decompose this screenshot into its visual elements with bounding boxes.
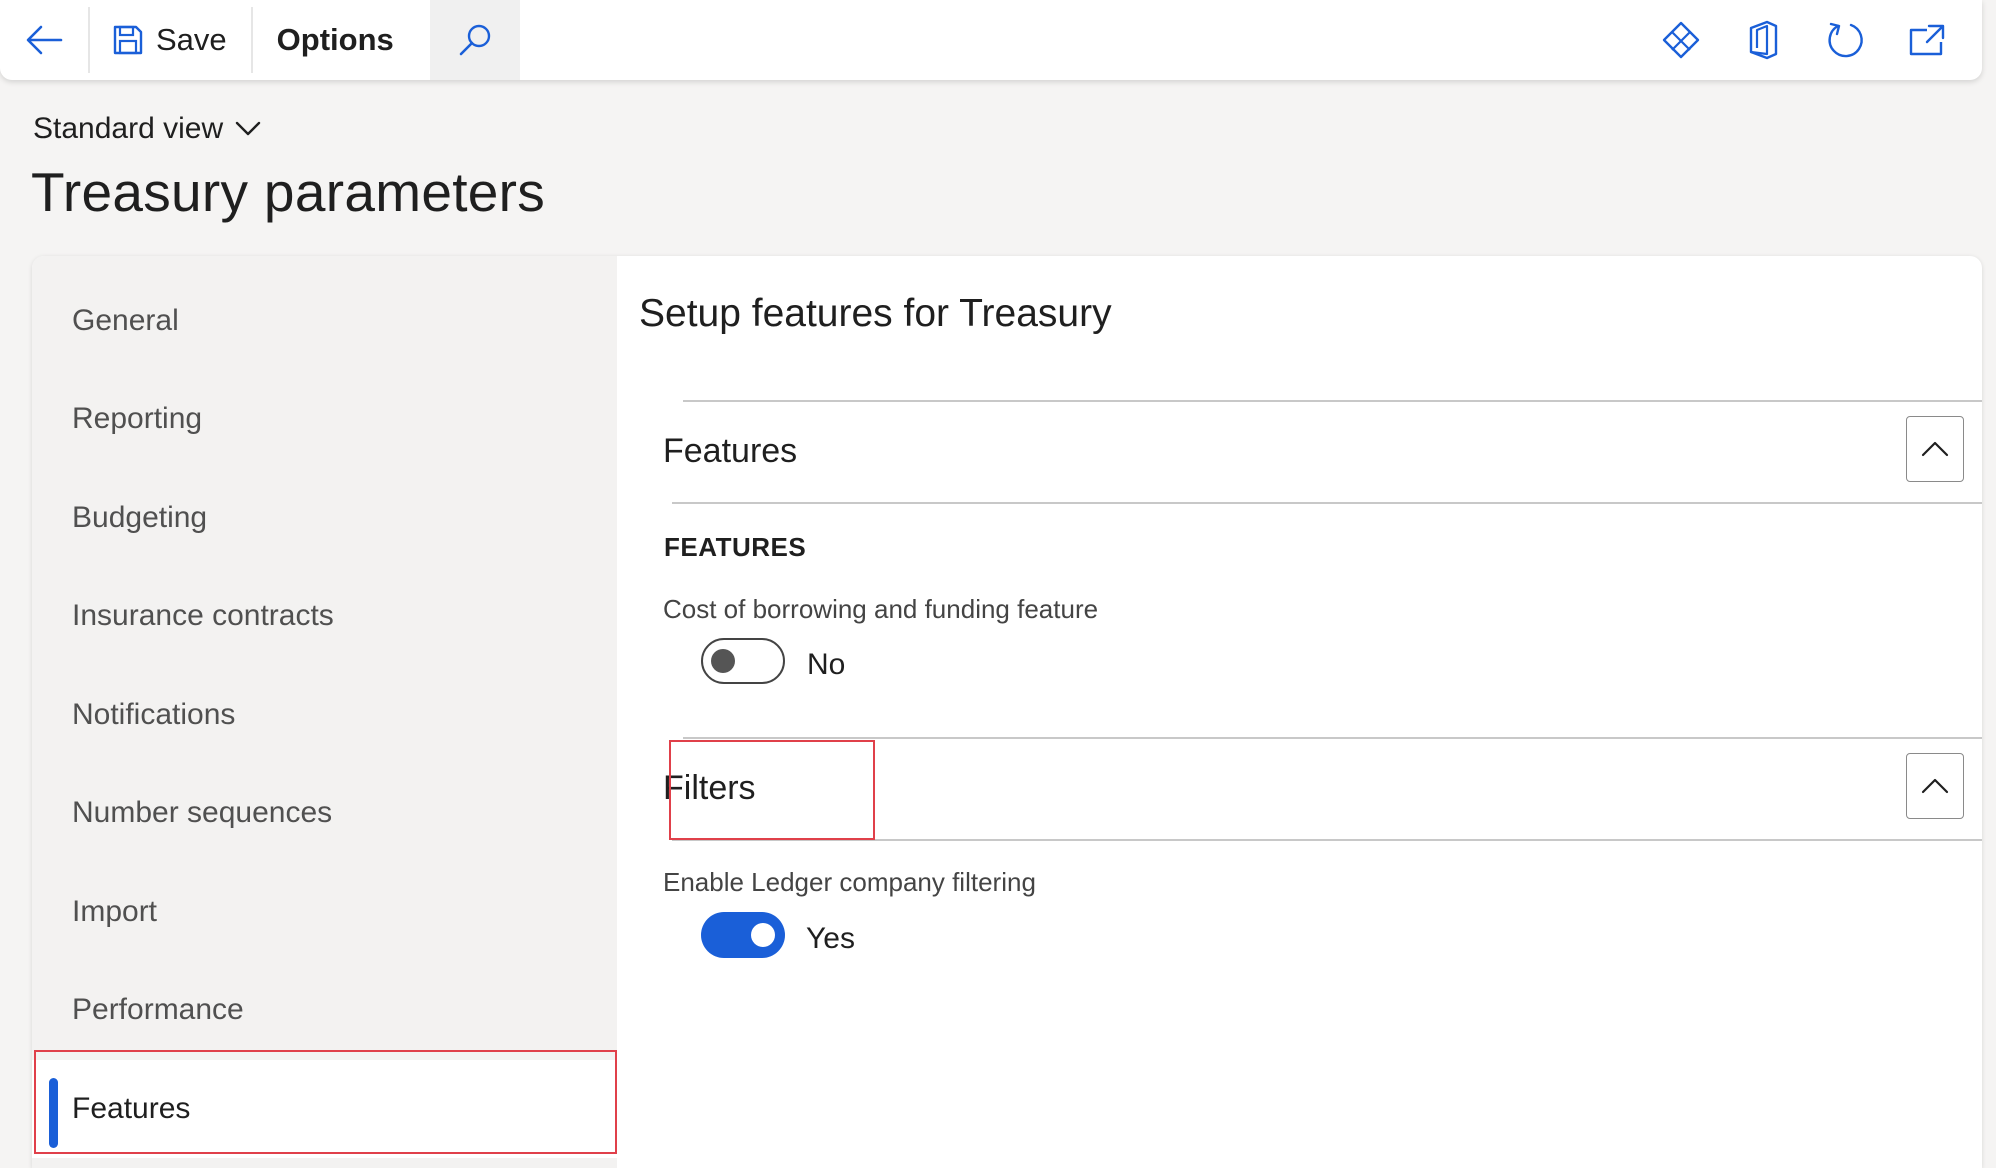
power-apps-button[interactable] bbox=[1640, 0, 1722, 80]
nav-item-number-sequences[interactable]: Number sequences bbox=[32, 764, 617, 862]
features-section-header[interactable]: Features bbox=[663, 432, 797, 471]
open-new-window-button[interactable] bbox=[1886, 0, 1968, 80]
nav-item-insurance-contracts[interactable]: Insurance contracts bbox=[32, 567, 617, 665]
section-divider bbox=[683, 737, 1982, 739]
section-divider bbox=[672, 839, 1982, 841]
cost-of-borrowing-toggle[interactable] bbox=[701, 638, 785, 684]
view-selector[interactable]: Standard view bbox=[33, 112, 261, 146]
search-icon bbox=[459, 24, 490, 56]
command-bar: Save Options bbox=[0, 0, 1982, 80]
refresh-icon bbox=[1828, 22, 1863, 58]
features-collapse-button[interactable] bbox=[1906, 416, 1964, 482]
back-button[interactable] bbox=[0, 0, 88, 80]
nav-item-label: Import bbox=[72, 895, 158, 928]
nav-item-label: Features bbox=[72, 1092, 191, 1125]
office-icon bbox=[1749, 20, 1778, 60]
nav-item-label: Budgeting bbox=[72, 501, 208, 534]
ledger-company-filtering-toggle[interactable] bbox=[701, 912, 785, 958]
chevron-up-icon bbox=[1921, 441, 1949, 457]
options-button[interactable]: Options bbox=[253, 0, 430, 80]
nav-item-reporting[interactable]: Reporting bbox=[32, 370, 617, 468]
power-apps-icon bbox=[1662, 21, 1700, 59]
features-group-label: FEATURES bbox=[664, 532, 807, 562]
nav-item-label: Insurance contracts bbox=[72, 599, 334, 632]
vertical-tab-nav: General Reporting Budgeting Insurance co… bbox=[32, 256, 617, 1168]
chevron-up-icon bbox=[1921, 778, 1949, 794]
content-title: Setup features for Treasury bbox=[639, 292, 1112, 335]
active-tab-indicator bbox=[49, 1078, 58, 1148]
view-selector-label: Standard view bbox=[33, 112, 224, 145]
back-arrow-icon bbox=[26, 25, 63, 55]
nav-item-budgeting[interactable]: Budgeting bbox=[32, 469, 617, 567]
page-title: Treasury parameters bbox=[31, 161, 546, 223]
nav-item-performance[interactable]: Performance bbox=[32, 961, 617, 1059]
filters-section-header[interactable]: Filters bbox=[663, 769, 756, 808]
nav-item-features[interactable]: Features bbox=[32, 1060, 617, 1158]
save-icon bbox=[113, 25, 143, 55]
section-divider bbox=[672, 502, 1982, 504]
pop-out-icon bbox=[1909, 24, 1945, 56]
nav-item-label: General bbox=[72, 304, 179, 337]
office-button[interactable] bbox=[1722, 0, 1804, 80]
ledger-company-filtering-label: Enable Ledger company filtering bbox=[663, 867, 1036, 897]
section-divider bbox=[683, 400, 1982, 402]
nav-item-label: Performance bbox=[72, 993, 244, 1026]
nav-item-notifications[interactable]: Notifications bbox=[32, 666, 617, 764]
filters-collapse-button[interactable] bbox=[1906, 753, 1964, 819]
nav-item-label: Notifications bbox=[72, 698, 236, 731]
nav-item-import[interactable]: Import bbox=[32, 863, 617, 961]
nav-item-label: Number sequences bbox=[72, 796, 333, 829]
save-button[interactable]: Save bbox=[90, 0, 251, 80]
search-button[interactable] bbox=[429, 0, 520, 80]
chevron-down-icon bbox=[235, 121, 261, 136]
cost-of-borrowing-label: Cost of borrowing and funding feature bbox=[663, 594, 1099, 624]
toggle-knob bbox=[711, 649, 735, 673]
nav-item-general[interactable]: General bbox=[32, 272, 617, 370]
refresh-button[interactable] bbox=[1804, 0, 1886, 80]
toggle-knob bbox=[751, 923, 775, 947]
save-label: Save bbox=[156, 22, 227, 57]
toolbar-right-actions bbox=[1640, 0, 1982, 80]
ledger-company-filtering-value: Yes bbox=[806, 922, 855, 955]
main-panel: General Reporting Budgeting Insurance co… bbox=[32, 256, 1982, 1168]
options-label: Options bbox=[276, 22, 394, 57]
cost-of-borrowing-value: No bbox=[807, 648, 846, 681]
content-area: Setup features for Treasury Features FEA… bbox=[617, 256, 1982, 1168]
nav-item-label: Reporting bbox=[72, 402, 203, 435]
